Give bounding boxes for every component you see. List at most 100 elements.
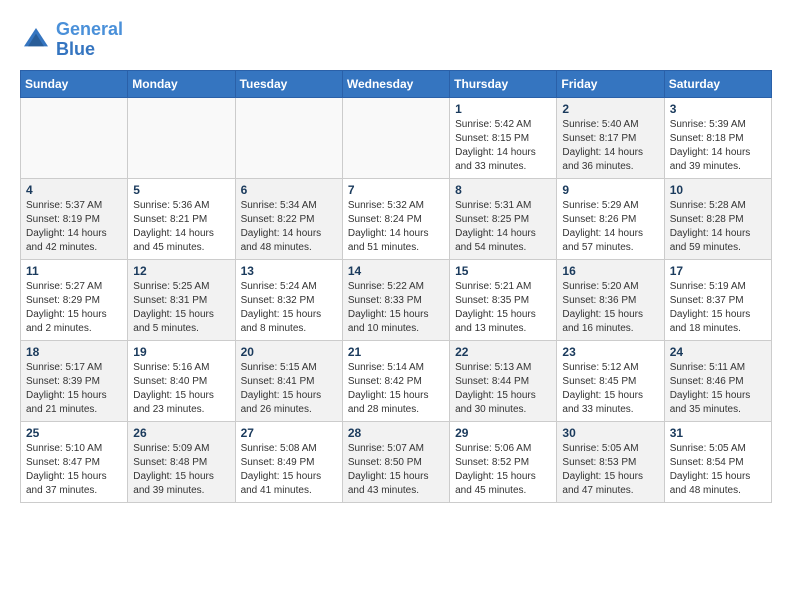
header-wednesday: Wednesday [342,70,449,97]
cell-content: Sunrise: 5:37 AM Sunset: 8:19 PM Dayligh… [26,199,122,255]
cell-content: Sunrise: 5:31 AM Sunset: 8:25 PM Dayligh… [455,199,551,255]
day-number: 26 [133,426,229,440]
logo-text: General Blue [56,20,123,60]
calendar-cell: 25 Sunrise: 5:10 AM Sunset: 8:47 PM Dayli… [21,421,128,502]
calendar-week-1: 1 Sunrise: 5:42 AM Sunset: 8:15 PM Daylig… [21,97,772,178]
day-number: 28 [348,426,444,440]
day-number: 14 [348,264,444,278]
page-header: General Blue [20,20,772,60]
day-number: 24 [670,345,766,359]
cell-content: Sunrise: 5:25 AM Sunset: 8:31 PM Dayligh… [133,280,229,336]
day-number: 23 [562,345,658,359]
day-number: 5 [133,183,229,197]
day-number: 15 [455,264,551,278]
calendar-week-2: 4 Sunrise: 5:37 AM Sunset: 8:19 PM Daylig… [21,178,772,259]
day-number: 10 [670,183,766,197]
day-number: 12 [133,264,229,278]
cell-content: Sunrise: 5:10 AM Sunset: 8:47 PM Dayligh… [26,442,122,498]
cell-content: Sunrise: 5:34 AM Sunset: 8:22 PM Dayligh… [241,199,337,255]
cell-content: Sunrise: 5:14 AM Sunset: 8:42 PM Dayligh… [348,361,444,417]
day-number: 7 [348,183,444,197]
cell-content: Sunrise: 5:09 AM Sunset: 8:48 PM Dayligh… [133,442,229,498]
calendar-cell [128,97,235,178]
calendar-cell: 22 Sunrise: 5:13 AM Sunset: 8:44 PM Dayli… [450,340,557,421]
calendar-cell: 11 Sunrise: 5:27 AM Sunset: 8:29 PM Dayli… [21,259,128,340]
calendar-cell: 15 Sunrise: 5:21 AM Sunset: 8:35 PM Dayli… [450,259,557,340]
calendar-table: SundayMondayTuesdayWednesdayThursdayFrid… [20,70,772,503]
cell-content: Sunrise: 5:24 AM Sunset: 8:32 PM Dayligh… [241,280,337,336]
calendar-week-3: 11 Sunrise: 5:27 AM Sunset: 8:29 PM Dayli… [21,259,772,340]
calendar-cell [21,97,128,178]
calendar-cell: 21 Sunrise: 5:14 AM Sunset: 8:42 PM Dayli… [342,340,449,421]
day-number: 4 [26,183,122,197]
calendar-cell: 10 Sunrise: 5:28 AM Sunset: 8:28 PM Dayli… [664,178,771,259]
cell-content: Sunrise: 5:39 AM Sunset: 8:18 PM Dayligh… [670,118,766,174]
day-number: 9 [562,183,658,197]
calendar-week-5: 25 Sunrise: 5:10 AM Sunset: 8:47 PM Dayli… [21,421,772,502]
calendar-cell: 20 Sunrise: 5:15 AM Sunset: 8:41 PM Dayli… [235,340,342,421]
calendar-cell: 18 Sunrise: 5:17 AM Sunset: 8:39 PM Dayli… [21,340,128,421]
header-friday: Friday [557,70,664,97]
day-number: 16 [562,264,658,278]
calendar-cell: 23 Sunrise: 5:12 AM Sunset: 8:45 PM Dayli… [557,340,664,421]
cell-content: Sunrise: 5:32 AM Sunset: 8:24 PM Dayligh… [348,199,444,255]
cell-content: Sunrise: 5:42 AM Sunset: 8:15 PM Dayligh… [455,118,551,174]
day-number: 29 [455,426,551,440]
day-number: 8 [455,183,551,197]
day-number: 21 [348,345,444,359]
cell-content: Sunrise: 5:21 AM Sunset: 8:35 PM Dayligh… [455,280,551,336]
cell-content: Sunrise: 5:19 AM Sunset: 8:37 PM Dayligh… [670,280,766,336]
calendar-cell: 3Sunrise: 5:39 AM Sunset: 8:18 PM Daylig… [664,97,771,178]
day-number: 13 [241,264,337,278]
cell-content: Sunrise: 5:36 AM Sunset: 8:21 PM Dayligh… [133,199,229,255]
cell-content: Sunrise: 5:11 AM Sunset: 8:46 PM Dayligh… [670,361,766,417]
header-thursday: Thursday [450,70,557,97]
day-number: 31 [670,426,766,440]
cell-content: Sunrise: 5:28 AM Sunset: 8:28 PM Dayligh… [670,199,766,255]
day-number: 17 [670,264,766,278]
calendar-cell: 31 Sunrise: 5:05 AM Sunset: 8:54 PM Dayli… [664,421,771,502]
day-number: 6 [241,183,337,197]
day-number: 25 [26,426,122,440]
cell-content: Sunrise: 5:20 AM Sunset: 8:36 PM Dayligh… [562,280,658,336]
day-number: 1 [455,102,551,116]
calendar-cell: 5 Sunrise: 5:36 AM Sunset: 8:21 PM Daylig… [128,178,235,259]
calendar-cell: 19 Sunrise: 5:16 AM Sunset: 8:40 PM Dayli… [128,340,235,421]
calendar-cell: 29Sunrise: 5:06 AM Sunset: 8:52 PM Dayli… [450,421,557,502]
cell-content: Sunrise: 5:05 AM Sunset: 8:54 PM Dayligh… [670,442,766,498]
cell-content: Sunrise: 5:17 AM Sunset: 8:39 PM Dayligh… [26,361,122,417]
cell-content: Sunrise: 5:15 AM Sunset: 8:41 PM Dayligh… [241,361,337,417]
day-number: 18 [26,345,122,359]
calendar-cell: 6 Sunrise: 5:34 AM Sunset: 8:22 PM Daylig… [235,178,342,259]
day-number: 19 [133,345,229,359]
cell-content: Sunrise: 5:29 AM Sunset: 8:26 PM Dayligh… [562,199,658,255]
calendar-cell: 16 Sunrise: 5:20 AM Sunset: 8:36 PM Dayli… [557,259,664,340]
calendar-cell: 7 Sunrise: 5:32 AM Sunset: 8:24 PM Daylig… [342,178,449,259]
header-saturday: Saturday [664,70,771,97]
cell-content: Sunrise: 5:22 AM Sunset: 8:33 PM Dayligh… [348,280,444,336]
day-number: 20 [241,345,337,359]
day-number: 22 [455,345,551,359]
calendar-cell: 12 Sunrise: 5:25 AM Sunset: 8:31 PM Dayli… [128,259,235,340]
calendar-cell: 28Sunrise: 5:07 AM Sunset: 8:50 PM Dayli… [342,421,449,502]
calendar-cell: 2Sunrise: 5:40 AM Sunset: 8:17 PM Daylig… [557,97,664,178]
cell-content: Sunrise: 5:16 AM Sunset: 8:40 PM Dayligh… [133,361,229,417]
day-number: 30 [562,426,658,440]
cell-content: Sunrise: 5:05 AM Sunset: 8:53 PM Dayligh… [562,442,658,498]
cell-content: Sunrise: 5:40 AM Sunset: 8:17 PM Dayligh… [562,118,658,174]
calendar-cell: 9 Sunrise: 5:29 AM Sunset: 8:26 PM Daylig… [557,178,664,259]
cell-content: Sunrise: 5:27 AM Sunset: 8:29 PM Dayligh… [26,280,122,336]
calendar-cell: 4 Sunrise: 5:37 AM Sunset: 8:19 PM Daylig… [21,178,128,259]
day-number: 11 [26,264,122,278]
header-tuesday: Tuesday [235,70,342,97]
header-monday: Monday [128,70,235,97]
cell-content: Sunrise: 5:13 AM Sunset: 8:44 PM Dayligh… [455,361,551,417]
calendar-week-4: 18 Sunrise: 5:17 AM Sunset: 8:39 PM Dayli… [21,340,772,421]
cell-content: Sunrise: 5:12 AM Sunset: 8:45 PM Dayligh… [562,361,658,417]
logo-icon [20,24,52,56]
calendar-cell: 8 Sunrise: 5:31 AM Sunset: 8:25 PM Daylig… [450,178,557,259]
calendar-cell: 14 Sunrise: 5:22 AM Sunset: 8:33 PM Dayli… [342,259,449,340]
calendar-cell: 27Sunrise: 5:08 AM Sunset: 8:49 PM Dayli… [235,421,342,502]
day-number: 27 [241,426,337,440]
header-sunday: Sunday [21,70,128,97]
